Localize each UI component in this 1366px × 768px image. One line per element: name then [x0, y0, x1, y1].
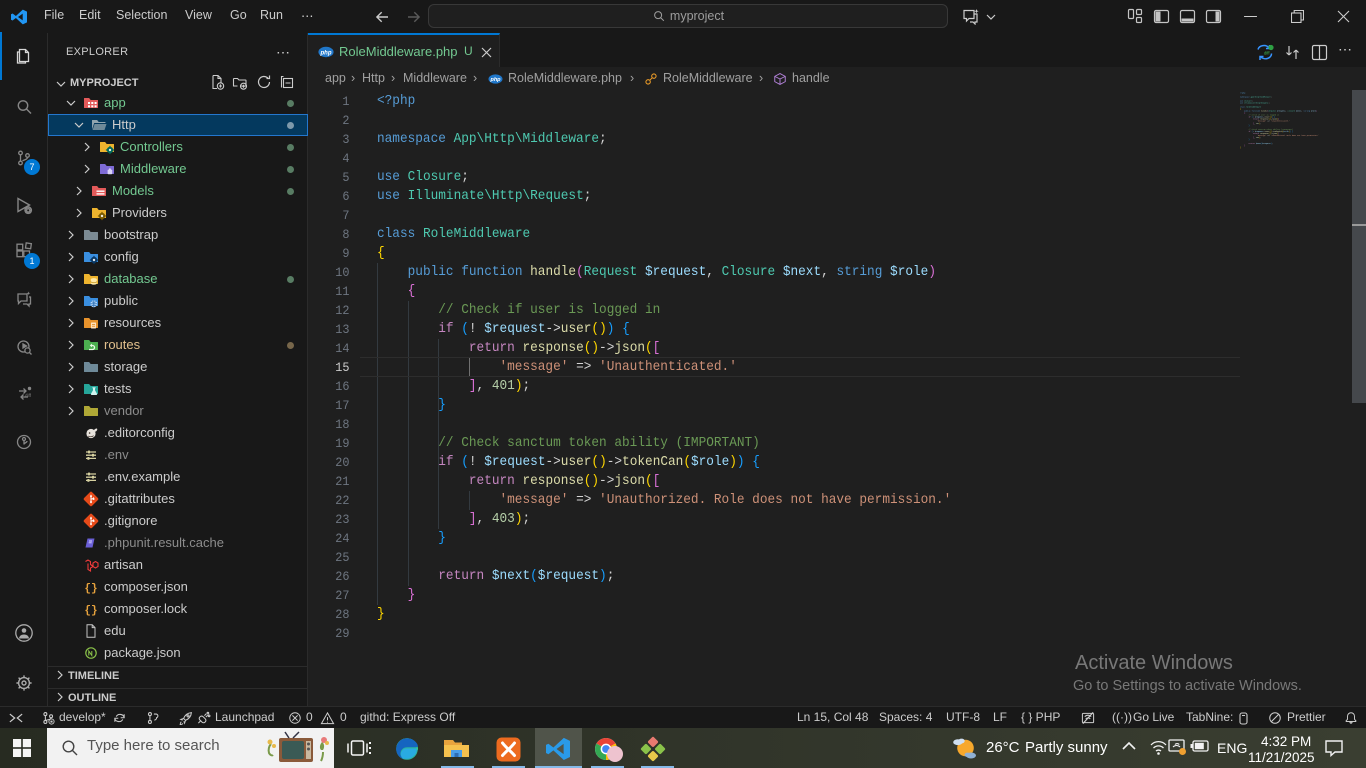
svg-text:diff: diff	[1264, 51, 1270, 56]
svg-text:diff: diff	[25, 393, 32, 398]
svg-text:php: php	[320, 50, 332, 56]
svg-text:{}: {}	[84, 605, 97, 617]
svg-text:php: php	[489, 77, 501, 83]
svg-text:{}: {}	[84, 583, 97, 595]
